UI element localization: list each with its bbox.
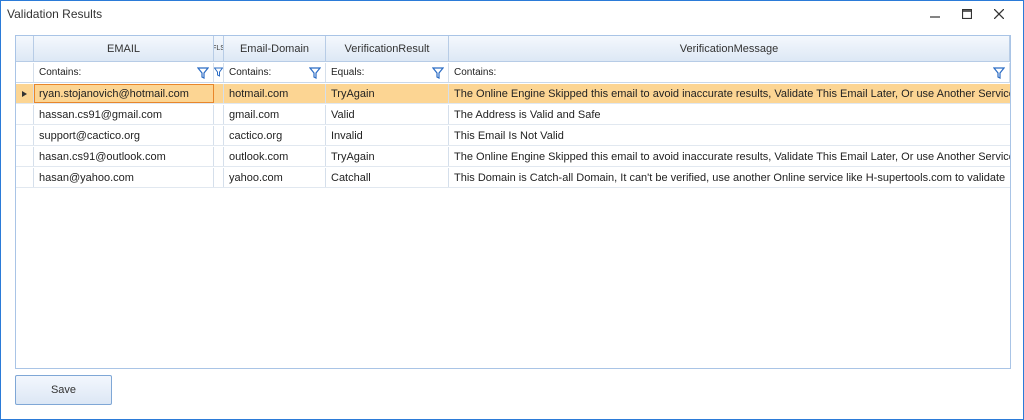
column-header-verification-message[interactable]: VerificationMessage bbox=[449, 36, 1010, 61]
filter-cell-domain[interactable]: Contains: bbox=[224, 63, 326, 82]
row-indicator-cell[interactable] bbox=[16, 105, 34, 124]
cell-message[interactable]: The Address is Valid and Safe bbox=[449, 105, 1010, 124]
cell-result[interactable]: Catchall bbox=[326, 168, 449, 187]
cell-collapsed bbox=[214, 147, 224, 166]
filter-cell-result[interactable]: Equals: bbox=[326, 63, 449, 82]
cell-email[interactable]: hasan.cs91@outlook.com bbox=[34, 147, 214, 166]
cell-message[interactable]: The Online Engine Skipped this email to … bbox=[449, 84, 1010, 103]
column-header-email[interactable]: EMAIL bbox=[34, 36, 214, 61]
cell-result[interactable]: Valid bbox=[326, 105, 449, 124]
cell-collapsed bbox=[214, 84, 224, 103]
filter-icon[interactable] bbox=[309, 67, 321, 79]
window-title: Validation Results bbox=[7, 7, 103, 21]
cell-domain[interactable]: hotmail.com bbox=[224, 84, 326, 103]
minimize-icon bbox=[930, 16, 940, 18]
save-button[interactable]: Save bbox=[15, 375, 112, 405]
table-row[interactable]: ryan.stojanovich@hotmail.com hotmail.com… bbox=[16, 84, 1010, 104]
table-row[interactable]: hasan@yahoo.com yahoo.com Catchall This … bbox=[16, 168, 1010, 188]
row-indicator-cell[interactable] bbox=[16, 168, 34, 187]
results-grid[interactable]: EMAIL FLS Email-Domain VerificationResul… bbox=[15, 35, 1011, 369]
header-indicator-cell bbox=[16, 36, 34, 61]
filter-operator-message: Contains: bbox=[454, 67, 497, 78]
close-icon bbox=[994, 9, 1004, 19]
filter-icon[interactable] bbox=[993, 67, 1005, 79]
filter-operator-result: Equals: bbox=[331, 67, 365, 78]
maximize-button[interactable] bbox=[953, 4, 981, 24]
cell-collapsed bbox=[214, 105, 224, 124]
validation-results-window: Validation Results EMAIL FLS Email-Domai… bbox=[0, 0, 1024, 420]
row-indicator-cell[interactable] bbox=[16, 84, 34, 103]
filter-operator-email: Contains: bbox=[39, 67, 82, 78]
filter-icon[interactable] bbox=[214, 67, 223, 79]
cell-collapsed bbox=[214, 126, 224, 145]
cell-email[interactable]: hasan@yahoo.com bbox=[34, 168, 214, 187]
filter-operator-domain: Contains: bbox=[229, 67, 272, 78]
title-bar: Validation Results bbox=[1, 1, 1023, 27]
filter-cell-email[interactable]: Contains: bbox=[34, 63, 214, 82]
cell-email[interactable]: ryan.stojanovich@hotmail.com bbox=[34, 84, 214, 103]
cell-email[interactable]: hassan.cs91@gmail.com bbox=[34, 105, 214, 124]
filter-icon[interactable] bbox=[197, 67, 209, 79]
maximize-icon bbox=[962, 9, 972, 19]
table-row[interactable]: support@cactico.org cactico.org Invalid … bbox=[16, 126, 1010, 146]
filter-icon[interactable] bbox=[432, 67, 444, 79]
cell-email[interactable]: support@cactico.org bbox=[34, 126, 214, 145]
column-header-collapsed[interactable]: FLS bbox=[214, 36, 224, 61]
cell-domain[interactable]: cactico.org bbox=[224, 126, 326, 145]
current-row-arrow-icon bbox=[22, 91, 27, 97]
minimize-button[interactable] bbox=[921, 4, 949, 24]
row-indicator-cell[interactable] bbox=[16, 147, 34, 166]
table-row[interactable]: hasan.cs91@outlook.com outlook.com TryAg… bbox=[16, 147, 1010, 167]
close-button[interactable] bbox=[985, 4, 1013, 24]
table-row[interactable]: hassan.cs91@gmail.com gmail.com Valid Th… bbox=[16, 105, 1010, 125]
column-header-email-domain[interactable]: Email-Domain bbox=[224, 36, 326, 61]
cell-domain[interactable]: yahoo.com bbox=[224, 168, 326, 187]
cell-message[interactable]: This Domain is Catch-all Domain, It can'… bbox=[449, 168, 1010, 187]
row-indicator-cell[interactable] bbox=[16, 126, 34, 145]
cell-result[interactable]: TryAgain bbox=[326, 147, 449, 166]
filter-cell-message[interactable]: Contains: bbox=[449, 63, 1010, 82]
cell-result[interactable]: TryAgain bbox=[326, 84, 449, 103]
cell-domain[interactable]: gmail.com bbox=[224, 105, 326, 124]
filter-indicator-cell bbox=[16, 63, 34, 82]
cell-collapsed bbox=[214, 168, 224, 187]
cell-message[interactable]: This Email Is Not Valid bbox=[449, 126, 1010, 145]
column-header-verification-result[interactable]: VerificationResult bbox=[326, 36, 449, 61]
filter-cell-collapsed[interactable] bbox=[214, 63, 224, 82]
cell-domain[interactable]: outlook.com bbox=[224, 147, 326, 166]
cell-message[interactable]: The Online Engine Skipped this email to … bbox=[449, 147, 1010, 166]
grid-header-row: EMAIL FLS Email-Domain VerificationResul… bbox=[16, 36, 1010, 62]
cell-result[interactable]: Invalid bbox=[326, 126, 449, 145]
grid-filter-row: Contains: Contains: Equals: Contains: bbox=[16, 63, 1010, 83]
